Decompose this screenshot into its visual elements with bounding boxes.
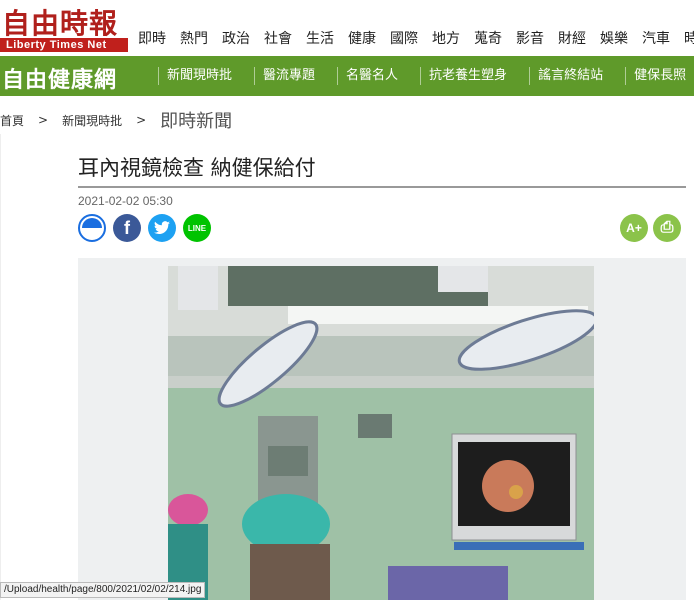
top-nav-item[interactable]: 即時 (138, 28, 166, 48)
top-nav-item[interactable]: 地方 (432, 28, 460, 48)
twitter-bird-icon (154, 221, 170, 235)
channel-nav-item[interactable]: 名醫名人 (337, 67, 410, 85)
top-nav-item[interactable]: 生活 (306, 28, 334, 48)
breadcrumb-current: 即時新聞 (160, 111, 233, 132)
plurk-glyph-icon (82, 218, 102, 228)
font-size-button[interactable]: A+ (620, 214, 648, 242)
site-logo[interactable]: 自由時報 Liberty Times Net (0, 2, 130, 54)
plurk-share-icon[interactable] (78, 214, 106, 242)
twitter-share-icon[interactable] (148, 214, 176, 242)
print-button[interactable]: ⎙ (653, 214, 681, 242)
article-photo[interactable] (168, 266, 594, 600)
facebook-share-icon[interactable]: f (113, 214, 141, 242)
health-channel-logo[interactable]: 自由健康網 (2, 62, 117, 94)
breadcrumb-separator: > (38, 113, 49, 127)
top-nav-item[interactable]: 社會 (264, 28, 292, 48)
top-nav-item[interactable]: 影音 (516, 28, 544, 48)
channel-nav-item[interactable]: 新聞現時批 (158, 67, 244, 85)
site-header: 自由時報 Liberty Times Net 即時 熱門 政治 社會 生活 健康… (0, 0, 694, 56)
top-nav-item[interactable]: 娛樂 (600, 28, 628, 48)
article-title: 耳內視鏡檢查 納健保給付 (78, 156, 316, 180)
breadcrumb-home[interactable]: 首頁 (0, 112, 24, 129)
top-nav-item[interactable]: 健康 (348, 28, 376, 48)
logo-chinese: 自由時報 (2, 7, 119, 40)
article-datetime: 2021-02-02 05:30 (78, 194, 173, 208)
line-share-icon[interactable]: LINE (183, 214, 211, 242)
channel-nav-item[interactable]: 抗老養生塑身 (420, 67, 519, 85)
top-nav-item[interactable]: 國際 (390, 28, 418, 48)
channel-nav-item[interactable]: 醫流專題 (254, 67, 327, 85)
article-tools: A+ ⎙ (620, 214, 681, 242)
title-divider (78, 186, 686, 188)
top-nav-item[interactable]: 汽車 (642, 28, 670, 48)
top-nav-item[interactable]: 時尚 (684, 28, 694, 48)
share-bar: f LINE (78, 214, 211, 242)
top-nav: 即時 熱門 政治 社會 生活 健康 國際 地方 蒐奇 影音 財經 娛樂 汽車 時… (138, 28, 694, 48)
health-channel-nav: 新聞現時批 醫流專題 名醫名人 抗老養生塑身 謠言終結站 健保長照 (158, 56, 694, 96)
breadcrumb-section[interactable]: 新聞現時批 (62, 112, 122, 129)
browser-status-url: /Upload/health/page/800/2021/02/02/214.j… (0, 582, 206, 598)
top-nav-item[interactable]: 財經 (558, 28, 586, 48)
top-nav-item[interactable]: 熱門 (180, 28, 208, 48)
health-channel-bar: 自由健康網 新聞現時批 醫流專題 名醫名人 抗老養生塑身 謠言終結站 健保長照 (0, 56, 694, 96)
channel-nav-item[interactable]: 謠言終結站 (529, 67, 615, 85)
breadcrumb: 首頁 > 新聞現時批 > 即時新聞 (0, 108, 232, 132)
logo-english: Liberty Times Net (0, 38, 128, 52)
top-nav-item[interactable]: 蒐奇 (474, 28, 502, 48)
top-nav-item[interactable]: 政治 (222, 28, 250, 48)
channel-nav-item[interactable]: 健保長照 (625, 67, 694, 85)
breadcrumb-separator: > (136, 113, 147, 127)
operating-room-image (168, 266, 594, 600)
